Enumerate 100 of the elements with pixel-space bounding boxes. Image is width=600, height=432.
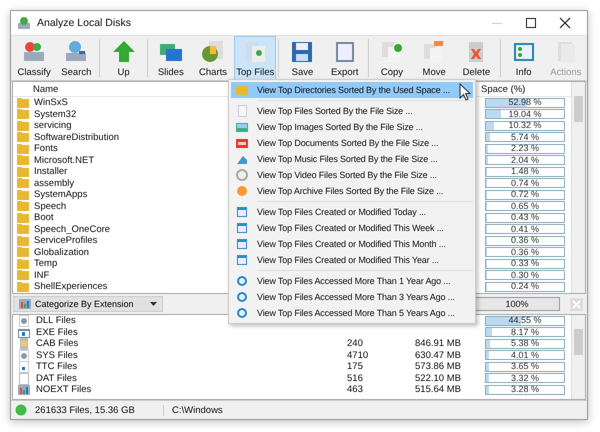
menu-item[interactable]: View Top Directories Sorted By the Used Space ... — [231, 82, 473, 98]
folder-name[interactable]: ServiceProfiles — [34, 235, 98, 246]
mouse-pointer-icon — [459, 83, 471, 101]
menu-item[interactable]: View Top Files Accessed More Than 1 Year Ago ... — [231, 273, 473, 289]
file-size: 630.47 MB — [415, 350, 461, 361]
toolbar-button[interactable]: Up — [102, 36, 145, 80]
scrollbar[interactable] — [571, 315, 585, 399]
folder-icon — [17, 212, 29, 223]
toolbar-button[interactable]: Charts — [192, 36, 234, 80]
category-name[interactable]: CAB Files — [36, 338, 78, 350]
file-count: 175 — [347, 361, 363, 372]
menu-item[interactable]: View Top Files Created or Modified This Month ... — [231, 236, 473, 252]
file-count: 4710 — [347, 350, 368, 361]
chart-file-icon — [17, 383, 31, 396]
folder-name[interactable]: servicing — [34, 120, 72, 132]
chart-icon — [19, 299, 31, 309]
toolbar-button[interactable]: Top Files — [234, 36, 276, 80]
menu-item[interactable]: View Top Archive Files Sorted By the File Size ... — [231, 183, 473, 199]
folder-name[interactable]: Temp — [34, 258, 58, 270]
total-bar: 100% — [474, 297, 560, 311]
categorize-dropdown[interactable]: Categorize By Extension — [13, 296, 163, 312]
folder-name[interactable]: Installer — [34, 166, 68, 178]
menu-item[interactable]: View Top Music Files Sorted By the File Size ... — [231, 151, 473, 167]
space-percent: 0.33 % — [510, 259, 540, 268]
status-summary: 261633 Files, 15.36 GB — [35, 404, 164, 416]
file-icon — [235, 104, 249, 118]
folder-icon — [17, 155, 29, 166]
folder-icon — [17, 282, 29, 292]
category-name[interactable]: NOEXT Files — [36, 384, 92, 396]
category-name[interactable]: SYS Files — [36, 350, 78, 361]
disk-icon — [17, 16, 31, 30]
folder-name[interactable]: Speech — [34, 200, 66, 212]
folder-name[interactable]: WinSxS — [34, 97, 68, 108]
file-size: 515.64 MB — [415, 384, 461, 396]
folder-name[interactable]: Microsoft.NET — [34, 154, 94, 166]
folder-icon — [17, 120, 29, 131]
folder-name[interactable]: ShellExperiences — [34, 281, 108, 292]
file-count: 240 — [347, 338, 363, 350]
category-name[interactable]: DLL Files — [36, 315, 76, 326]
folder-icon — [17, 109, 29, 120]
maximize-icon[interactable] — [525, 17, 537, 29]
menu-item[interactable]: View Top Images Sorted By the File Size ... — [231, 119, 473, 135]
space-percent: 0.65 % — [510, 202, 540, 211]
space-percent: 0.43 % — [510, 213, 540, 222]
space-percent: 0.72 % — [510, 190, 540, 200]
folder-name[interactable]: SystemApps — [34, 189, 88, 200]
folder-name[interactable]: SoftwareDistribution — [34, 132, 120, 143]
toolbar-button[interactable]: Export — [324, 36, 366, 80]
folder-icon — [17, 201, 29, 212]
menu-item[interactable]: View Top Files Accessed More Than 3 Years Ago ... — [231, 289, 473, 305]
menu-item[interactable]: View Top Files Created or Modified This Week ... — [231, 220, 473, 236]
space-percent: 5.38 % — [510, 339, 540, 348]
space-percent: 8.17 % — [510, 328, 540, 337]
folder-icon — [17, 224, 29, 234]
folder-name[interactable]: Boot — [34, 212, 54, 224]
archive-file-icon — [17, 337, 31, 350]
folder-icon — [17, 190, 29, 200]
folder-icon — [17, 98, 29, 108]
file-size: 846.91 MB — [415, 338, 461, 350]
menu-item[interactable]: View Top Files Created or Modified This Year ... — [231, 252, 473, 268]
space-percent: 0.24 % — [510, 282, 540, 292]
folder-name[interactable]: INF — [34, 270, 50, 281]
space-percent: 5.74 % — [510, 132, 540, 142]
category-name[interactable]: EXE Files — [36, 326, 78, 338]
folder-name[interactable]: System32 — [34, 108, 76, 120]
toolbar-button[interactable]: Slides — [150, 36, 192, 80]
menu-item[interactable]: View Top Documents Sorted By the File Size ... — [231, 135, 473, 151]
scrollbar[interactable] — [571, 82, 585, 293]
column-header[interactable]: Space (%) — [481, 84, 571, 94]
toolbar-button[interactable]: Save — [281, 36, 324, 80]
menu-item[interactable]: View Top Files Sorted By the File Size ... — [231, 103, 473, 119]
space-percent: 10.32 % — [508, 121, 542, 130]
toolbar-button[interactable]: Delete — [455, 36, 498, 80]
space-percent: 0.30 % — [510, 270, 540, 280]
calendar-icon — [235, 205, 249, 219]
space-percent: 0.74 % — [510, 178, 540, 188]
close-icon[interactable] — [559, 17, 571, 29]
file-count: 516 — [347, 372, 363, 384]
toolbar-button[interactable]: Info — [502, 36, 545, 80]
folder-name[interactable]: Speech_OneCore — [34, 224, 110, 235]
file-icon — [17, 372, 31, 385]
category-name[interactable]: TTC Files — [36, 361, 78, 372]
calendar-icon — [235, 253, 249, 267]
menu-item[interactable]: View Top Video Files Sorted By the File Size ... — [231, 167, 473, 183]
folder-icon — [17, 132, 29, 142]
space-percent: 3.28 % — [510, 385, 540, 394]
status-icon — [15, 404, 27, 416]
folder-name[interactable]: assembly — [34, 178, 74, 189]
toolbar-button[interactable]: Search — [55, 36, 98, 80]
image-icon — [235, 120, 249, 134]
folder-icon — [17, 144, 29, 154]
menu-item[interactable]: View Top Files Accessed More Than 5 Years Ago ... — [231, 305, 473, 321]
toolbar-button[interactable]: Classify — [13, 36, 56, 80]
space-percent: 19.04 % — [508, 110, 542, 119]
folder-name[interactable]: Globalization — [34, 246, 89, 258]
folder-icon — [17, 236, 29, 246]
category-name[interactable]: DAT Files — [36, 372, 77, 384]
menu-item[interactable]: View Top Files Created or Modified Today ... — [231, 204, 473, 220]
folder-name[interactable]: Fonts — [34, 143, 58, 154]
space-percent: 1.48 % — [510, 167, 540, 176]
